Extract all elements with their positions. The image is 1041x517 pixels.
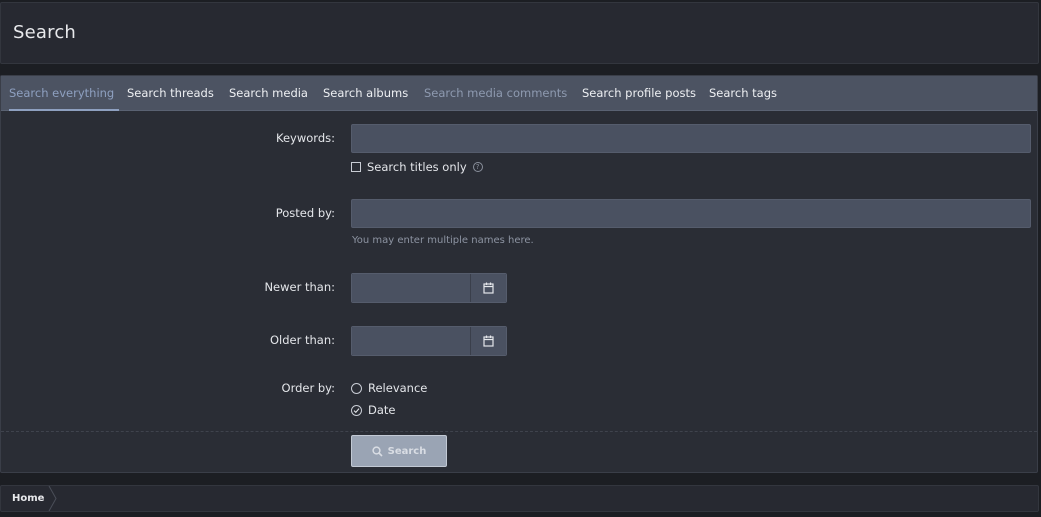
breadcrumb: Home xyxy=(0,485,1039,512)
older-than-calendar-button[interactable] xyxy=(470,327,506,355)
tab-search-threads[interactable]: Search threads xyxy=(127,76,214,111)
keywords-label: Keywords: xyxy=(276,131,335,145)
order-by-label: Order by: xyxy=(281,381,335,395)
older-than-label: Older than: xyxy=(269,333,335,347)
posted-by-input[interactable] xyxy=(351,199,1031,228)
search-icon xyxy=(371,445,383,457)
tab-search-media-comments[interactable]: Search media comments xyxy=(424,76,567,111)
page-title: Search xyxy=(13,22,77,43)
breadcrumb-separator-icon xyxy=(48,486,57,511)
tab-search-albums[interactable]: Search albums xyxy=(323,76,408,111)
search-panel: Search everything Search threads Search … xyxy=(0,75,1038,473)
search-tabs: Search everything Search threads Search … xyxy=(1,76,1037,111)
page-header: Search xyxy=(0,2,1039,64)
order-relevance-option[interactable]: Relevance xyxy=(351,381,427,395)
tab-search-everything[interactable]: Search everything xyxy=(9,76,119,111)
order-date-option[interactable]: Date xyxy=(351,403,396,417)
keywords-input[interactable] xyxy=(351,124,1031,153)
tab-search-media[interactable]: Search media xyxy=(229,76,308,111)
date-radio[interactable] xyxy=(351,404,362,416)
date-label: Date xyxy=(368,403,396,417)
tab-search-profile-posts[interactable]: Search profile posts xyxy=(582,76,696,111)
posted-by-hint: You may enter multiple names here. xyxy=(352,235,534,246)
titles-only-option[interactable]: Search titles only ? xyxy=(351,160,483,174)
form-divider xyxy=(1,431,1037,432)
search-button[interactable]: Search xyxy=(351,435,447,467)
relevance-radio[interactable] xyxy=(351,382,362,394)
search-button-label: Search xyxy=(387,445,427,457)
newer-than-date-input xyxy=(351,273,507,303)
tab-search-tags[interactable]: Search tags xyxy=(709,76,777,111)
newer-than-label: Newer than: xyxy=(264,280,335,294)
help-icon[interactable]: ? xyxy=(472,162,483,172)
calendar-icon xyxy=(483,282,494,294)
older-than-date-input xyxy=(351,326,507,356)
check-icon xyxy=(353,407,360,413)
newer-than-calendar-button[interactable] xyxy=(470,274,506,302)
calendar-icon xyxy=(483,335,494,347)
relevance-label: Relevance xyxy=(368,381,428,395)
titles-only-checkbox[interactable] xyxy=(351,162,361,172)
posted-by-label: Posted by: xyxy=(275,206,335,220)
titles-only-label: Search titles only xyxy=(367,160,467,174)
newer-than-field[interactable] xyxy=(352,274,470,302)
older-than-field[interactable] xyxy=(352,327,470,355)
